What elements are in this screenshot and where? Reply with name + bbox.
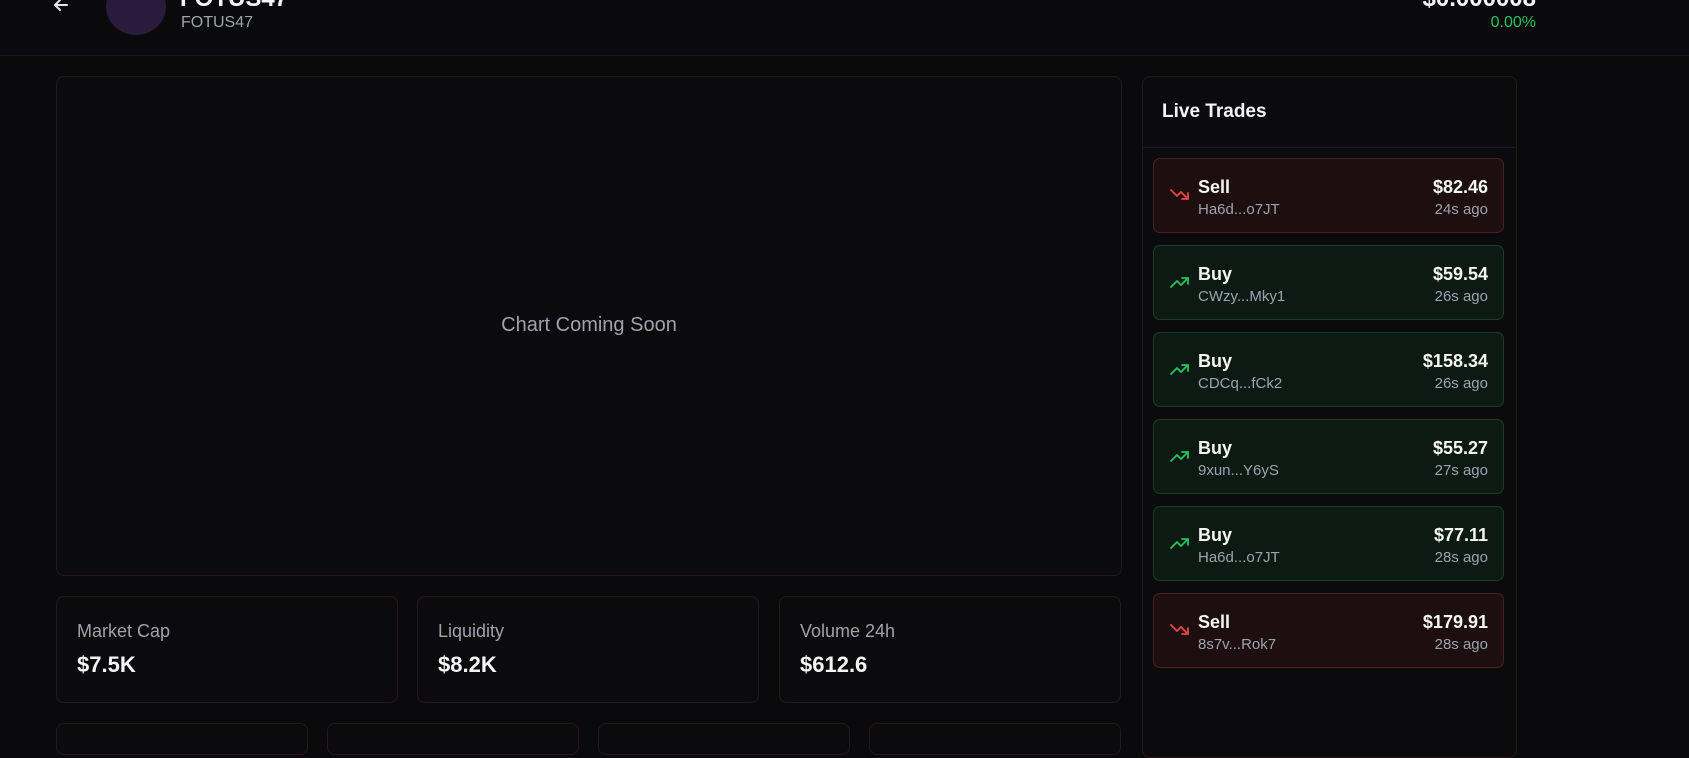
chart-placeholder-text: Chart Coming Soon — [501, 314, 677, 336]
trade-amount: $82.46 — [1432, 177, 1488, 197]
live-trades-panel: Live Trades Sell Ha6d...o7JT $82.46 24s … — [1142, 76, 1517, 758]
stat-label: Market Cap — [77, 621, 171, 641]
stat-card-market-cap: Market Cap $7.5K — [56, 596, 398, 703]
trade-address: CWzy...Mky1 — [1198, 288, 1286, 305]
trade-amount: $55.27 — [1432, 438, 1488, 458]
trade-time: 28s ago — [1434, 549, 1488, 566]
live-trades-title: Live Trades — [1162, 101, 1267, 122]
trade-time: 28s ago — [1434, 636, 1488, 653]
trade-amount: $59.54 — [1432, 264, 1488, 284]
trade-side: Buy — [1198, 351, 1233, 371]
stat-card — [327, 723, 579, 755]
stat-card — [598, 723, 850, 755]
trade-item[interactable]: Buy 9xun...Y6yS $55.27 27s ago — [1153, 419, 1504, 494]
back-button[interactable] — [50, 0, 72, 16]
trade-address: 8s7v...Rok7 — [1198, 636, 1277, 653]
trade-side: Buy — [1198, 525, 1233, 545]
trade-side: Sell — [1198, 612, 1231, 632]
trend-up-icon — [1170, 364, 1189, 375]
trend-down-icon — [1170, 624, 1189, 635]
token-avatar — [106, 0, 166, 35]
trade-address: Ha6d...o7JT — [1198, 201, 1280, 218]
token-name: FOTUS47 — [180, 0, 288, 13]
stat-value: $7.5K — [77, 652, 136, 677]
token-symbol: FOTUS47 — [181, 14, 254, 31]
token-price: $0.000008 — [1423, 0, 1536, 13]
trade-time: 26s ago — [1434, 375, 1488, 392]
trade-amount: $158.34 — [1422, 351, 1488, 371]
trade-time: 26s ago — [1434, 288, 1488, 305]
trade-address: Ha6d...o7JT — [1198, 549, 1280, 566]
price-change: 0.00% — [1490, 14, 1536, 31]
trade-item[interactable]: Buy CWzy...Mky1 $59.54 26s ago — [1153, 245, 1504, 320]
stat-card — [869, 723, 1121, 755]
trade-side: Buy — [1198, 438, 1233, 458]
stat-card-liquidity: Liquidity $8.2K — [417, 596, 759, 703]
trade-amount: $179.91 — [1422, 612, 1488, 632]
trade-amount: $77.11 — [1433, 525, 1488, 545]
chart-panel: Chart Coming Soon — [56, 76, 1122, 576]
trend-up-icon — [1170, 277, 1189, 288]
trade-item[interactable]: Buy Ha6d...o7JT $77.11 28s ago — [1153, 506, 1504, 581]
divider — [1143, 147, 1516, 148]
stat-value: $612.6 — [800, 652, 868, 677]
stat-card — [56, 723, 308, 755]
trade-address: 9xun...Y6yS — [1198, 462, 1279, 479]
trade-time: 27s ago — [1434, 462, 1488, 479]
stat-card-volume: Volume 24h $612.6 — [779, 596, 1121, 703]
trade-side: Sell — [1198, 177, 1231, 197]
token-header: FOTUS47 FOTUS47 $0.000008 0.00% — [0, 0, 1689, 56]
trend-up-icon — [1170, 451, 1189, 462]
trade-address: CDCq...fCk2 — [1198, 375, 1283, 392]
trend-up-icon — [1170, 538, 1189, 549]
trade-side: Buy — [1198, 264, 1233, 284]
arrow-left-icon — [54, 0, 68, 11]
trade-time: 24s ago — [1434, 201, 1488, 218]
stat-label: Liquidity — [438, 621, 505, 641]
stat-value: $8.2K — [438, 652, 497, 677]
trade-item[interactable]: Buy CDCq...fCk2 $158.34 26s ago — [1153, 332, 1504, 407]
trade-item[interactable]: Sell Ha6d...o7JT $82.46 24s ago — [1153, 158, 1504, 233]
trade-item[interactable]: Sell 8s7v...Rok7 $179.91 28s ago — [1153, 593, 1504, 668]
trend-down-icon — [1170, 189, 1189, 200]
stat-label: Volume 24h — [800, 621, 896, 641]
